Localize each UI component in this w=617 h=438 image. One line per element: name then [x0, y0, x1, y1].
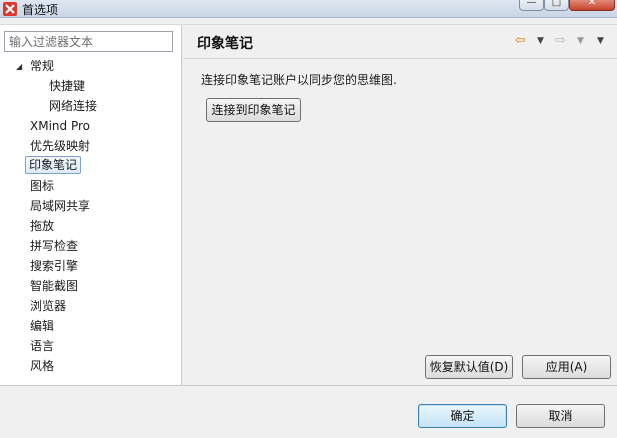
- tree-item-lan-sharing[interactable]: 局域网共享: [27, 197, 93, 215]
- tree-item-style[interactable]: 风格: [27, 357, 57, 375]
- tree-item-smart-capture[interactable]: 智能截图: [27, 277, 81, 295]
- title-divider: [183, 58, 617, 59]
- collapse-arrow-icon[interactable]: ◢: [16, 63, 24, 71]
- tree-item-browser[interactable]: 浏览器: [27, 297, 69, 315]
- maximize-icon: □: [551, 0, 562, 8]
- close-icon: ✕: [587, 0, 597, 8]
- footer-divider: [0, 385, 617, 386]
- minimize-icon: —: [526, 0, 537, 8]
- tree-item-spell-check[interactable]: 拼写检查: [27, 237, 81, 255]
- preferences-sidebar: ◢ 常规 快捷键 网络连接 XMind Pro 优先级映射 印象笔记 图标 局域…: [0, 24, 182, 385]
- ok-button[interactable]: 确定: [418, 404, 507, 428]
- close-button[interactable]: ✕: [569, 0, 615, 11]
- view-menu-icon[interactable]: ▼: [597, 33, 604, 49]
- restore-defaults-button[interactable]: 恢复默认值(D): [425, 355, 513, 379]
- minimize-button[interactable]: —: [519, 0, 544, 11]
- forward-history-dropdown-icon[interactable]: ▼: [577, 33, 584, 49]
- back-history-dropdown-icon[interactable]: ▼: [537, 33, 544, 49]
- connect-evernote-button[interactable]: 连接到印象笔记: [206, 98, 301, 122]
- preference-page: 印象笔记 ⇦ ▼ ⇨ ▼ ▼ 连接印象笔记账户以同步您的思维图. 连接到印象笔记…: [183, 24, 617, 385]
- back-icon[interactable]: ⇦: [515, 33, 526, 49]
- apply-button[interactable]: 应用(A): [522, 355, 611, 379]
- tree-item-search-engine[interactable]: 搜索引擎: [27, 257, 81, 275]
- tree-item-evernote[interactable]: 印象笔记: [25, 156, 82, 174]
- title-bar: 首选项 — □ ✕: [0, 0, 617, 18]
- forward-icon[interactable]: ⇨: [555, 33, 566, 49]
- tree-item-network[interactable]: 网络连接: [46, 97, 100, 115]
- maximize-button[interactable]: □: [544, 0, 569, 11]
- xmind-app-icon: [3, 2, 17, 16]
- tree-item-icons[interactable]: 图标: [27, 177, 57, 195]
- filter-input[interactable]: [4, 31, 173, 52]
- tree-item-general[interactable]: 常规: [27, 57, 57, 75]
- window-title: 首选项: [22, 3, 59, 17]
- tree-item-xmind-pro[interactable]: XMind Pro: [27, 117, 93, 135]
- cancel-button[interactable]: 取消: [516, 404, 605, 428]
- tree-item-shortcuts[interactable]: 快捷键: [46, 77, 88, 95]
- page-navigation: ⇦ ▼ ⇨ ▼ ▼: [515, 33, 607, 49]
- tree-item-language[interactable]: 语言: [27, 337, 57, 355]
- page-title: 印象笔记: [197, 36, 253, 52]
- tree-item-editing[interactable]: 编辑: [27, 317, 57, 335]
- tree-item-priority-mapping[interactable]: 优先级映射: [27, 137, 93, 155]
- evernote-description: 连接印象笔记账户以同步您的思维图.: [201, 73, 397, 87]
- tree-item-drag-drop[interactable]: 拖放: [27, 217, 57, 235]
